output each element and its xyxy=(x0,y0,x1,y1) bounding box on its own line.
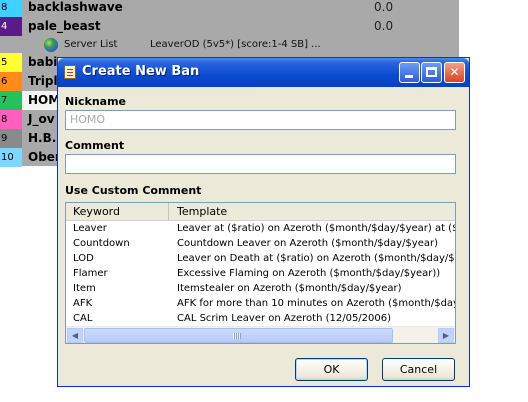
create-ban-dialog: Create New Ban ✕ Nickname HOMO Comment U… xyxy=(57,57,470,387)
item-template: Leaver at ($ratio) on Azeroth ($month/$d… xyxy=(177,223,455,234)
minimize-button[interactable] xyxy=(399,62,420,83)
maximize-icon xyxy=(426,67,437,77)
list-item[interactable]: Flamer Excessive Flaming on Azeroth ($mon… xyxy=(66,266,455,281)
minimize-icon xyxy=(405,75,413,78)
item-keyword: Leaver xyxy=(73,223,107,234)
column-header-keyword[interactable]: Keyword xyxy=(66,203,169,220)
comment-label: Comment xyxy=(65,139,125,152)
ok-button[interactable]: OK xyxy=(295,358,368,381)
player-slot-number: 5 xyxy=(0,53,22,72)
dialog-title: Create New Ban xyxy=(82,64,200,79)
player-name: Ober xyxy=(28,150,61,164)
item-template: Excessive Flaming on Azeroth ($month/$da… xyxy=(177,268,441,279)
item-template: AFK for more than 10 minutes on Azeroth … xyxy=(177,298,455,309)
globe-icon xyxy=(44,38,58,52)
server-list-label: Server List xyxy=(64,39,118,50)
nickname-label: Nickname xyxy=(65,95,126,108)
player-name: HOM xyxy=(28,93,61,107)
list-header: Keyword Template xyxy=(66,203,455,221)
player-row[interactable]: 4 pale_beast 0.0 xyxy=(0,17,459,36)
cancel-button[interactable]: Cancel xyxy=(382,358,455,381)
player-name: backlashwave xyxy=(28,0,123,14)
list-item[interactable]: CAL CAL Scrim Leaver on Azeroth (12/05/20… xyxy=(66,311,455,326)
close-button[interactable]: ✕ xyxy=(444,62,465,83)
item-template: CAL Scrim Leaver on Azeroth (12/05/2006) xyxy=(177,313,392,324)
player-row[interactable]: 8 backlashwave 0.0 xyxy=(0,0,459,17)
item-keyword: LOD xyxy=(73,253,94,264)
player-score: 0.0 xyxy=(374,0,394,14)
player-name: babi xyxy=(28,55,58,69)
item-template: Leaver on Death at ($ratio) on Azeroth (… xyxy=(177,253,455,264)
notepad-icon xyxy=(64,65,76,79)
close-icon: ✕ xyxy=(449,65,460,79)
player-slot-number: 9 xyxy=(0,129,22,148)
grip-icon xyxy=(233,333,241,339)
scroll-left-button[interactable]: ◀ xyxy=(67,328,83,343)
player-name: Tripl xyxy=(28,74,58,88)
list-item[interactable]: Leaver Leaver at ($ratio) on Azeroth ($mo… xyxy=(66,221,455,236)
list-item[interactable]: Item Itemstealer on Azeroth ($month/$day/… xyxy=(66,281,455,296)
scroll-right-button[interactable]: ▶ xyxy=(438,328,454,343)
list-item[interactable]: AFK AFK for more than 10 minutes on Azero… xyxy=(66,296,455,311)
scrollbar-thumb[interactable] xyxy=(84,328,393,343)
player-slot-number: 7 xyxy=(0,91,22,110)
horizontal-scrollbar[interactable]: ◀ ▶ xyxy=(66,326,455,343)
custom-comment-label: Use Custom Comment xyxy=(65,184,202,197)
player-slot-number: 10 xyxy=(0,148,22,167)
custom-comment-list[interactable]: Keyword Template Leaver Leaver at ($ratio… xyxy=(65,202,456,344)
item-keyword: Countdown xyxy=(73,238,130,249)
player-slot-number: 8 xyxy=(0,110,22,129)
item-keyword: CAL xyxy=(73,313,93,324)
item-template: Itemstealer on Azeroth ($month/$day/$yea… xyxy=(177,283,402,294)
server-list-row[interactable]: Server List LeaverOD (5v5*) [score:1-4 S… xyxy=(0,36,459,54)
item-keyword: Flamer xyxy=(73,268,108,279)
list-item[interactable]: LOD Leaver on Death at ($ratio) on Azerot… xyxy=(66,251,455,266)
player-name: J_ov xyxy=(28,112,55,126)
list-item[interactable]: Countdown Countdown Leaver on Azeroth ($m… xyxy=(66,236,455,251)
column-header-template[interactable]: Template xyxy=(170,203,227,220)
item-keyword: AFK xyxy=(73,298,93,309)
maximize-button[interactable] xyxy=(421,62,442,83)
nickname-field[interactable]: HOMO xyxy=(65,110,456,130)
player-name: pale_beast xyxy=(28,19,101,33)
dialog-titlebar[interactable]: Create New Ban ✕ xyxy=(58,58,469,87)
player-slot-number: 4 xyxy=(0,17,22,36)
server-list-detail: LeaverOD (5v5*) [score:1-4 SB] ... xyxy=(150,39,321,50)
player-slot-number: 6 xyxy=(0,72,22,91)
item-keyword: Item xyxy=(73,283,96,294)
player-score: 0.0 xyxy=(374,19,394,33)
comment-field[interactable] xyxy=(65,154,456,174)
player-slot-number: 8 xyxy=(0,0,22,17)
item-template: Countdown Leaver on Azeroth ($month/$day… xyxy=(177,238,439,249)
